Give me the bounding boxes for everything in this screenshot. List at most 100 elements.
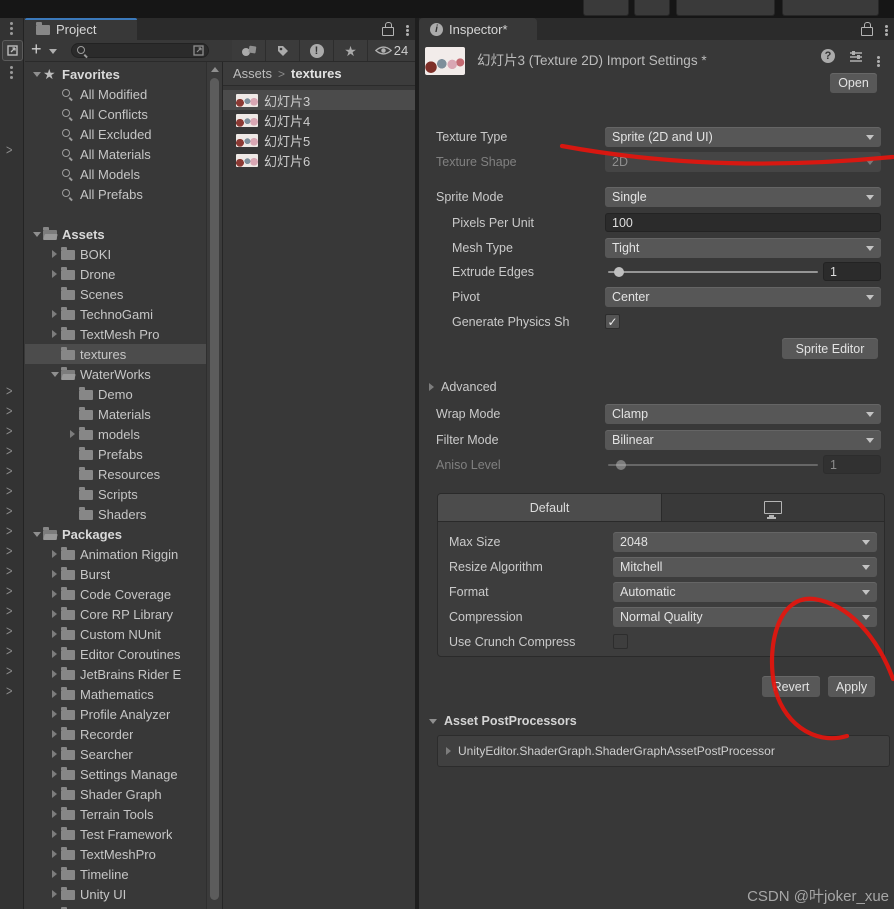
visibility-toggle[interactable]: 24 — [368, 40, 415, 61]
kebab-menu-icon[interactable] — [877, 56, 880, 59]
tree-row[interactable]: Recorder — [25, 724, 206, 744]
pixels-per-unit-field[interactable]: 100 — [605, 213, 881, 232]
file-row[interactable]: 幻灯片3 — [223, 90, 415, 110]
foldout-open-icon[interactable] — [33, 72, 41, 77]
tree-row[interactable]: Profile Analyzer — [25, 704, 206, 724]
foldout-closed-icon[interactable] — [52, 590, 57, 598]
foldout-closed-icon[interactable] — [52, 310, 57, 318]
foldout-closed-icon[interactable] — [52, 750, 57, 758]
foldout-closed-icon[interactable] — [52, 630, 57, 638]
collapse-chevron-icon[interactable]: > — [6, 486, 12, 500]
foldout-closed-icon[interactable] — [52, 270, 57, 278]
collapse-chevron-icon[interactable]: > — [6, 466, 12, 480]
collapse-chevron-icon[interactable]: > — [6, 446, 12, 460]
tree-row[interactable]: Unity UI — [25, 884, 206, 904]
tree-row[interactable]: Scripts — [25, 484, 206, 504]
foldout-closed-icon[interactable] — [52, 810, 57, 818]
tree-row[interactable]: Custom NUnit — [25, 624, 206, 644]
foldout-closed-icon[interactable] — [52, 570, 57, 578]
tree-row[interactable]: Terrain Tools — [25, 804, 206, 824]
tree-row[interactable]: Core RP Library — [25, 604, 206, 624]
tree-row[interactable]: Packages — [25, 524, 206, 544]
tree-row[interactable]: TextMeshPro — [25, 844, 206, 864]
tree-row[interactable]: TechnoGami — [25, 304, 206, 324]
layout-dropdown-partial[interactable] — [782, 0, 879, 16]
unlock-icon[interactable] — [861, 27, 873, 36]
toolbar-partial-button[interactable] — [634, 0, 670, 16]
tree-row[interactable]: BOKI — [25, 244, 206, 264]
kebab-menu-icon[interactable] — [885, 25, 888, 28]
kebab-menu-icon[interactable] — [10, 22, 13, 25]
add-asset-button[interactable]: + — [31, 39, 42, 60]
tree-row[interactable]: Demo — [25, 384, 206, 404]
collapse-chevron-icon[interactable]: > — [6, 526, 12, 540]
collapse-chevron-icon[interactable]: > — [6, 606, 12, 620]
max-size-dropdown[interactable]: 2048 — [613, 532, 877, 552]
filter-by-type-button[interactable] — [232, 40, 266, 61]
favorites-filter-button[interactable]: ★ — [334, 40, 368, 61]
search-input[interactable] — [71, 43, 209, 58]
tree-row[interactable]: Mathematics — [25, 684, 206, 704]
tree-row[interactable]: Animation Riggin — [25, 544, 206, 564]
filter-mode-dropdown[interactable]: Bilinear — [605, 430, 881, 450]
foldout-closed-icon[interactable] — [52, 690, 57, 698]
collapse-chevron-icon[interactable]: > — [6, 586, 12, 600]
tree-row[interactable]: Materials — [25, 404, 206, 424]
tree-row[interactable]: Prefabs — [25, 444, 206, 464]
extrude-edges-slider[interactable] — [608, 271, 818, 273]
tree-row[interactable]: Scenes — [25, 284, 206, 304]
tree-row[interactable]: All Excluded — [25, 124, 206, 144]
file-row[interactable]: 幻灯片5 — [223, 130, 415, 150]
collapse-chevron-icon[interactable]: > — [6, 426, 12, 440]
collapse-chevron-icon[interactable]: > — [6, 406, 12, 420]
tab-project[interactable]: Project — [25, 18, 137, 40]
foldout-closed-icon[interactable] — [52, 770, 57, 778]
tree-row[interactable]: Burst — [25, 564, 206, 584]
tree-row[interactable]: Searcher — [25, 744, 206, 764]
layers-dropdown-partial[interactable] — [676, 0, 775, 16]
wrap-mode-dropdown[interactable]: Clamp — [605, 404, 881, 424]
tree-row[interactable]: Drone — [25, 264, 206, 284]
use-crunch-checkbox[interactable] — [613, 634, 628, 649]
tree-row[interactable]: JetBrains Rider E — [25, 664, 206, 684]
open-search-window-icon[interactable] — [193, 45, 204, 56]
foldout-closed-icon[interactable] — [52, 790, 57, 798]
tree-row[interactable]: Shader Graph — [25, 784, 206, 804]
tree-row[interactable]: ★Favorites — [25, 64, 206, 84]
hidden-packages-warning-button[interactable]: ! — [300, 40, 334, 61]
foldout-closed-icon[interactable] — [52, 890, 57, 898]
unlock-icon[interactable] — [382, 27, 394, 36]
generate-physics-shape-checkbox[interactable]: ✓ — [605, 314, 620, 329]
open-button[interactable]: Open — [830, 73, 877, 93]
foldout-closed-icon[interactable] — [52, 550, 57, 558]
collapse-chevron-icon[interactable]: > — [6, 686, 12, 700]
collapse-chevron-icon[interactable]: > — [6, 386, 12, 400]
extrude-edges-slider-thumb[interactable] — [614, 267, 624, 277]
foldout-closed-icon[interactable] — [52, 870, 57, 878]
tree-row[interactable]: All Prefabs — [25, 184, 206, 204]
collapse-chevron-icon[interactable]: > — [6, 666, 12, 680]
foldout-closed-icon[interactable] — [52, 610, 57, 618]
texture-type-dropdown[interactable]: Sprite (2D and UI) — [605, 127, 881, 147]
sprite-editor-button[interactable]: Sprite Editor — [782, 338, 878, 359]
compression-dropdown[interactable]: Normal Quality — [613, 607, 877, 627]
scroll-up-arrow[interactable] — [211, 67, 219, 72]
pivot-dropdown[interactable]: Center — [605, 287, 881, 307]
kebab-menu-icon[interactable] — [10, 66, 13, 69]
advanced-foldout[interactable]: Advanced — [429, 378, 497, 396]
tree-row[interactable]: Universal RP — [25, 904, 206, 909]
tree-row[interactable]: Settings Manage — [25, 764, 206, 784]
collapse-chevron-icon[interactable]: > — [6, 646, 12, 660]
mesh-type-dropdown[interactable]: Tight — [605, 238, 881, 258]
filter-by-label-button[interactable] — [266, 40, 300, 61]
scrollbar-thumb[interactable] — [210, 78, 219, 900]
foldout-closed-icon[interactable] — [52, 730, 57, 738]
maximize-panel-button[interactable] — [2, 40, 23, 61]
toolbar-partial-button[interactable] — [583, 0, 629, 16]
tree-row[interactable]: models — [25, 424, 206, 444]
help-icon[interactable]: ? — [821, 49, 835, 63]
foldout-closed-icon[interactable] — [52, 670, 57, 678]
kebab-menu-icon[interactable] — [406, 25, 409, 28]
extrude-edges-value[interactable]: 1 — [823, 262, 881, 281]
foldout-closed-icon[interactable] — [52, 850, 57, 858]
